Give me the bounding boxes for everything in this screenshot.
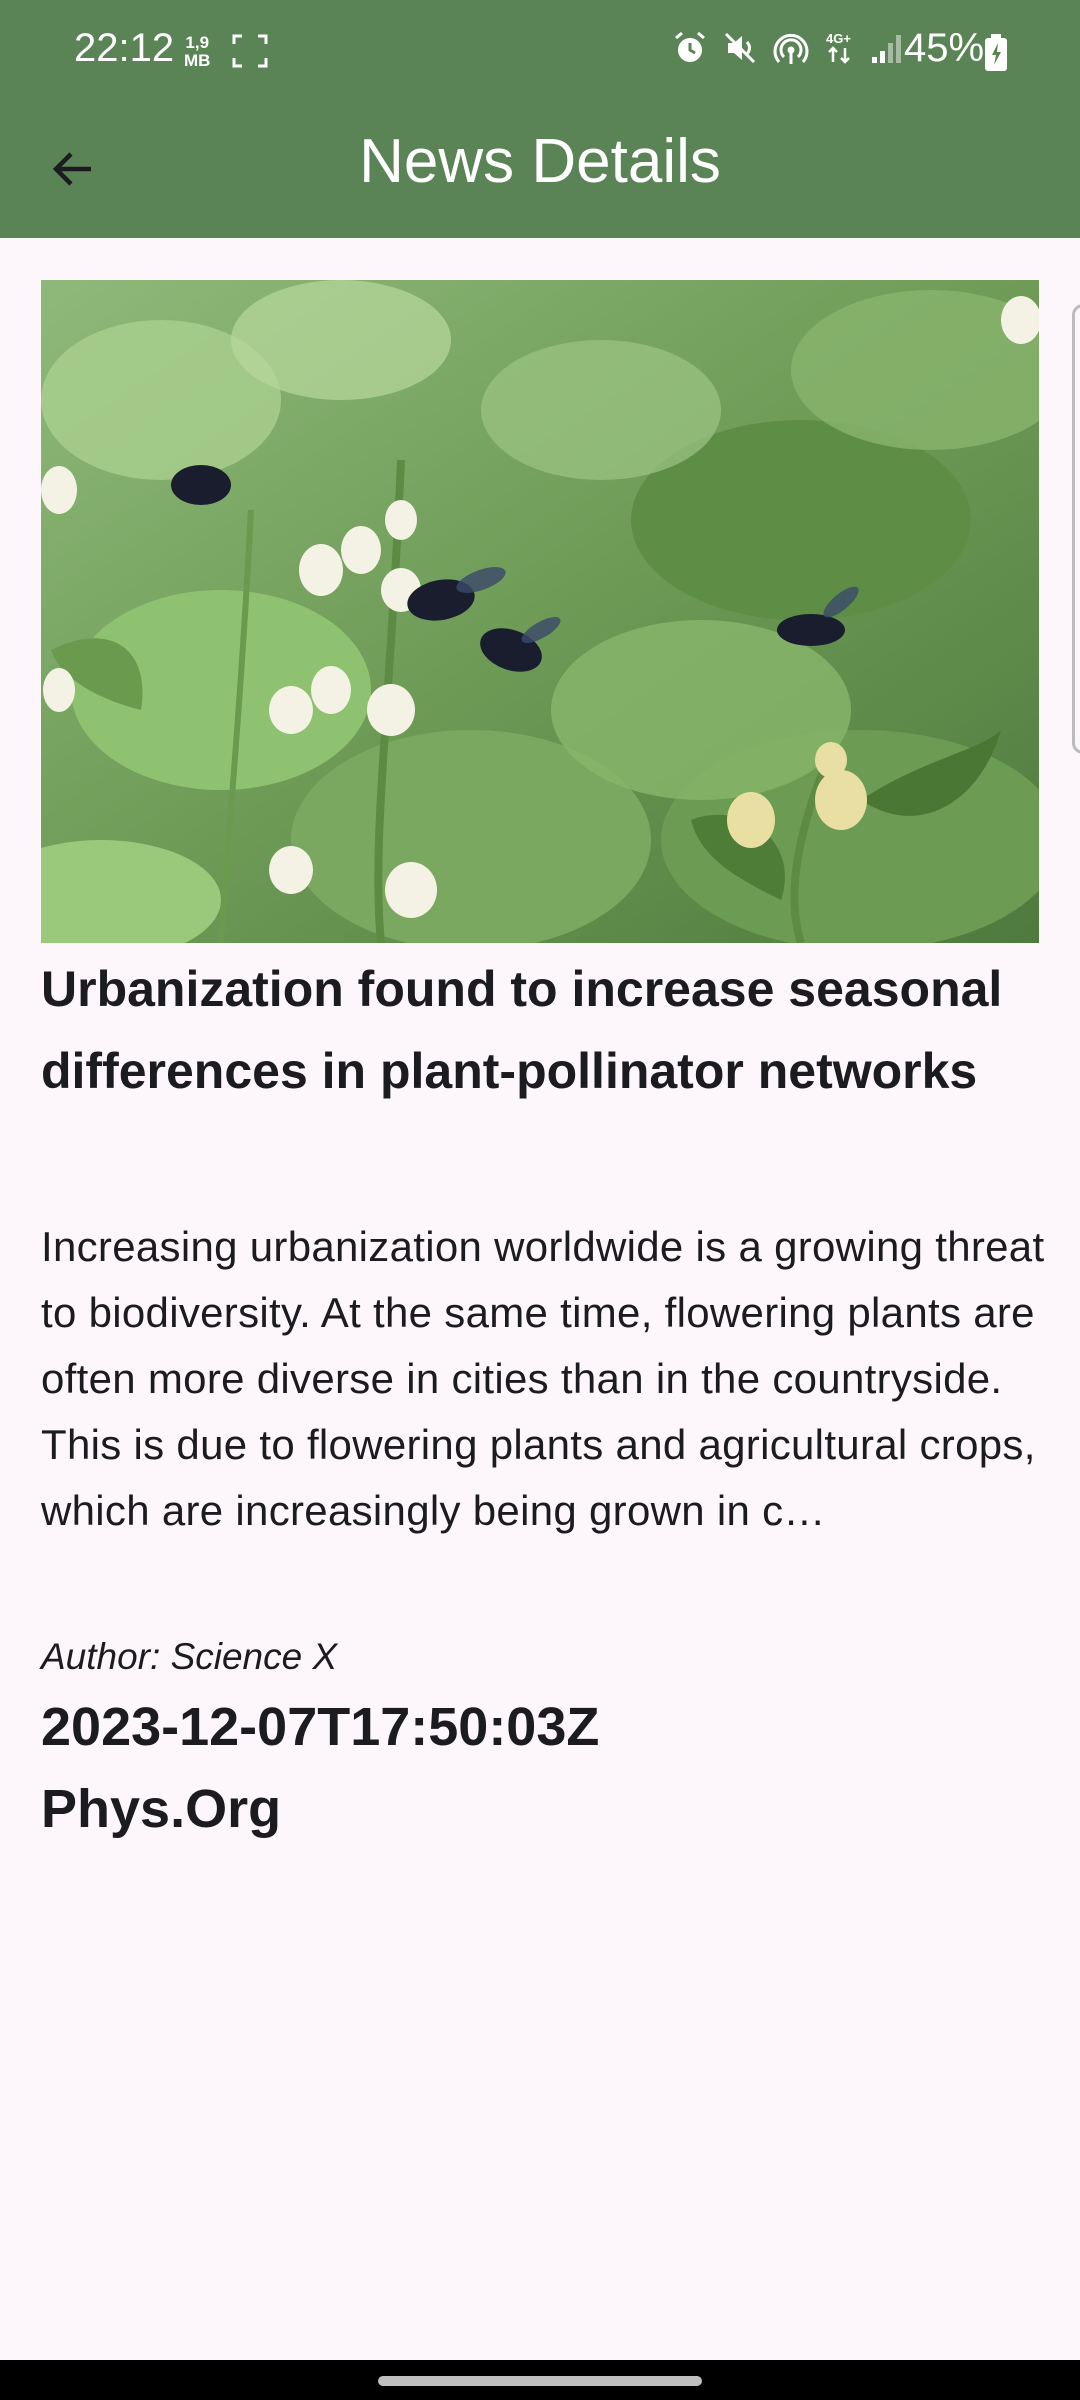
signal-icon (870, 31, 904, 70)
home-indicator[interactable] (378, 2376, 702, 2386)
article-date: 2023-12-07T17:50:03Z (41, 1697, 600, 1757)
alarm-icon (672, 30, 708, 71)
app-bar: News Details (0, 104, 1080, 238)
network-speed-unit: MB (184, 51, 211, 70)
status-bar: 22:12 1,9 MB 4G+ 45% (0, 0, 1080, 104)
4g-icon: 4G+ (824, 30, 856, 71)
hotspot-icon (772, 30, 810, 71)
article-author: Author: Science X (41, 1636, 338, 1677)
battery-percentage: 45% (904, 26, 985, 70)
navigation-bar (0, 2360, 1080, 2400)
network-speed: 1,9 MB (184, 34, 210, 70)
mute-icon (722, 30, 758, 71)
screenshot-icon (232, 34, 268, 73)
page-title: News Details (359, 127, 721, 196)
battery-icon (984, 34, 1008, 77)
network-speed-value: 1,9 (185, 33, 210, 52)
svg-text:4G+: 4G+ (826, 31, 851, 46)
article-source: Phys.Org (41, 1779, 282, 1839)
status-icons: 4G+ (672, 30, 904, 71)
status-time: 22:12 (74, 26, 175, 70)
article-description: Increasing urbanization worldwide is a g… (41, 1223, 1045, 1534)
scroll-indicator[interactable] (1072, 304, 1080, 754)
article-title: Urbanization found to increase seasonal … (41, 961, 1003, 1099)
article-image (41, 280, 1039, 943)
